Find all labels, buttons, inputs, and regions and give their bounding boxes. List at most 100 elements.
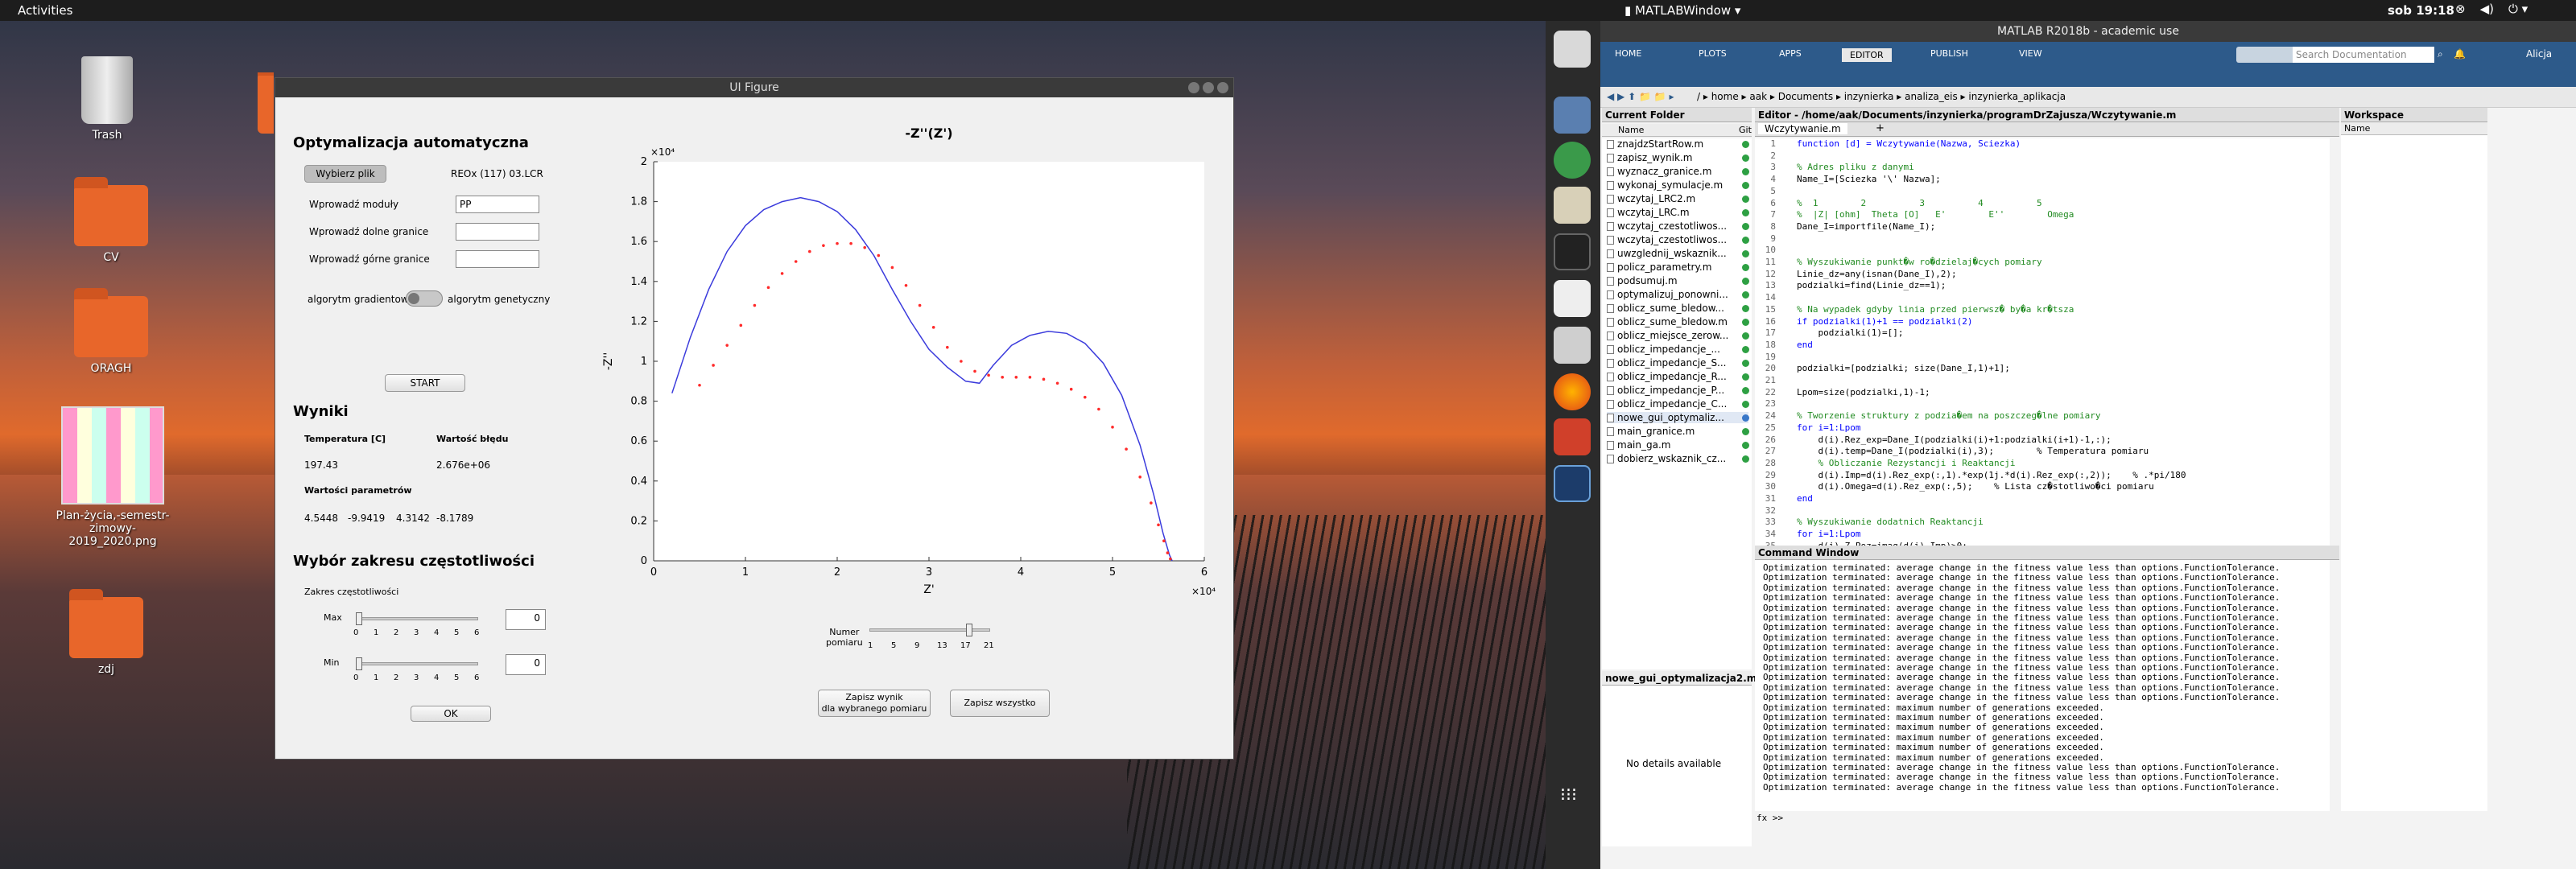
user-menu[interactable]: Alicja <box>2526 48 2552 60</box>
file-item[interactable]: oblicz_impedancje_... <box>1607 344 1749 355</box>
code-line[interactable]: Name_I=[Sciezka '\' Nazwa]; <box>1797 174 1941 186</box>
save-all-button[interactable]: Zapisz wszystko <box>950 690 1050 717</box>
code-line[interactable]: Dane_I=importfile(Name_I); <box>1797 221 1935 233</box>
text-editor-icon[interactable] <box>1554 187 1591 224</box>
desktop-icon-trash[interactable]: Trash <box>47 56 167 142</box>
file-item[interactable]: nowe_gui_optymaliz... <box>1607 412 1749 423</box>
code-line[interactable]: d(i).temp=Dane_I(podzialki(i),3); % Temp… <box>1797 446 2149 458</box>
code-line[interactable]: % Tworzenie struktury z podzia�em na pos… <box>1797 410 2101 422</box>
file-item[interactable]: wczytaj_LRC.m <box>1607 207 1749 218</box>
breadcrumb-item[interactable]: / <box>1697 91 1700 102</box>
file-item[interactable]: main_granice.m <box>1607 426 1749 437</box>
activities-button[interactable]: Activities <box>18 3 72 18</box>
code-line[interactable]: end <box>1797 340 1813 352</box>
code-line[interactable]: for i=1:Lpom <box>1797 422 1860 434</box>
file-item[interactable]: oblicz_sume_bledow.m <box>1607 316 1749 327</box>
document-app-icon[interactable] <box>1554 97 1591 134</box>
code-line[interactable]: % Obliczanie Rezystancji i Reaktancji <box>1797 458 2015 470</box>
code-line[interactable]: % Na wypadek gdyby linia przed pierwsz� … <box>1797 304 2074 316</box>
code-line[interactable]: for i=1:Lpom <box>1797 529 1860 541</box>
breadcrumb-item[interactable]: home <box>1711 91 1739 102</box>
file-item[interactable]: wczytaj_czestotliwos... <box>1607 234 1749 245</box>
notification-icon[interactable]: 🔔 <box>2454 48 2466 60</box>
file-item[interactable]: oblicz_impedancje_R... <box>1607 371 1749 382</box>
command-window[interactable]: Optimization terminated: average change … <box>1755 560 2330 811</box>
git-app-icon[interactable] <box>1554 142 1591 179</box>
plot-area[interactable] <box>654 162 1204 561</box>
matlab-titlebar[interactable]: MATLAB R2018b - academic use <box>1600 21 2576 42</box>
close-icon[interactable] <box>1217 82 1228 93</box>
file-item[interactable]: wykonaj_symulacje.m <box>1607 179 1749 191</box>
maximize-icon[interactable] <box>1203 82 1214 93</box>
column-name[interactable]: Name <box>1618 125 1644 135</box>
file-item[interactable]: oblicz_impedancje_S... <box>1607 357 1749 369</box>
code-line[interactable]: % |Z| [ohm] Theta [O] E' E'' Omega <box>1797 209 2074 221</box>
code-line[interactable]: % Wyszukiwanie dodatnich Reaktancji <box>1797 517 1984 529</box>
breadcrumb-item[interactable]: inzynierka_aplikacja <box>1968 91 2066 102</box>
breadcrumb-item[interactable]: Documents <box>1778 91 1833 102</box>
breadcrumb-item[interactable]: inzynierka <box>1844 91 1894 102</box>
desktop-icon-cv[interactable]: CV <box>51 177 171 264</box>
minimize-icon[interactable] <box>1188 82 1199 93</box>
code-line[interactable]: podzialki=[podzialki; size(Dane_I,1)+1]; <box>1797 363 2010 375</box>
code-line[interactable]: d(i).Imp=d(i).Rez_exp(:,1).*exp(1j.*d(i)… <box>1797 470 2186 482</box>
tab-apps[interactable]: APPS <box>1779 48 1802 59</box>
tab-view[interactable]: VIEW <box>2019 48 2042 59</box>
code-line[interactable]: % 1 2 3 4 5 <box>1797 198 2042 210</box>
file-item[interactable]: oblicz_miejsce_zerow... <box>1607 330 1749 341</box>
new-tab-button[interactable]: + <box>1876 122 1885 134</box>
command-window-header[interactable]: Command Window <box>1755 546 2339 560</box>
tab-home[interactable]: HOME <box>1615 48 1641 59</box>
slider-thumb[interactable] <box>966 624 972 636</box>
file-item[interactable]: wyznacz_granice.m <box>1607 166 1749 177</box>
editor-header[interactable]: Editor - /home/aak/Documents/inzynierka/… <box>1755 108 2339 122</box>
code-line[interactable]: d(i).Omega=d(i).Rez_exp(:,5); % Lista cz… <box>1797 481 2153 493</box>
file-item[interactable]: uwzglednij_wskaznik... <box>1607 248 1749 259</box>
terminal-icon[interactable] <box>1554 233 1591 270</box>
document-viewer-icon[interactable] <box>1554 280 1591 317</box>
file-item[interactable]: znajdzStartRow.m <box>1607 138 1749 150</box>
code-line[interactable]: end <box>1797 493 1813 505</box>
breadcrumb-item[interactable]: aak <box>1749 91 1767 102</box>
file-item[interactable]: policz_parametry.m <box>1607 262 1749 273</box>
file-item[interactable]: podsumuj.m <box>1607 275 1749 286</box>
workspace-header[interactable]: Workspace <box>2341 108 2487 122</box>
file-item[interactable]: wczytaj_LRC2.m <box>1607 193 1749 204</box>
editor-tab[interactable]: Wczytywanie.m <box>1758 123 1847 134</box>
desktop-icon-oragh[interactable]: ORAGH <box>51 288 171 375</box>
code-line[interactable]: Linie_dz=any(isnan(Dane_I),2); <box>1797 269 1957 281</box>
clock[interactable]: sob 19:18 <box>2388 3 2454 18</box>
command-prompt[interactable]: fx >> <box>1757 813 1783 823</box>
file-item[interactable]: oblicz_sume_bledow... <box>1607 303 1749 314</box>
breadcrumb-item[interactable]: analiza_eis <box>1905 91 1958 102</box>
file-item[interactable]: optymalizuj_ponowni... <box>1607 289 1749 300</box>
software-center-icon[interactable] <box>1554 418 1591 455</box>
tab-publish[interactable]: PUBLISH <box>1930 48 1968 59</box>
current-folder-header[interactable]: Current Folder <box>1602 108 1752 122</box>
navigation-icons[interactable]: ◀ ▶ ⬆ 📁 📁 ▸ <box>1607 91 1674 102</box>
app-menu[interactable]: ▮ MATLABWindow ▾ <box>1624 3 1740 18</box>
tab-plots[interactable]: PLOTS <box>1699 48 1727 59</box>
code-line[interactable]: podzialki=find(Linie_dz==1); <box>1797 280 1946 292</box>
window-titlebar[interactable]: UI Figure <box>275 78 1233 97</box>
column-name[interactable]: Name <box>2344 123 2370 134</box>
path-bar[interactable]: ◀ ▶ ⬆ 📁 📁 ▸ / ▸ home ▸ aak ▸ Documents ▸… <box>1600 87 2576 108</box>
file-item[interactable]: oblicz_impedancje_C... <box>1607 398 1749 410</box>
file-list[interactable]: znajdzStartRow.m zapisz_wynik.m wyznacz_gr… <box>1602 138 1752 669</box>
code-line[interactable]: Lpom=size(podzialki,1)-1; <box>1797 387 1930 399</box>
file-item[interactable]: oblicz_impedancje_P... <box>1607 385 1749 396</box>
save-selected-button[interactable]: Zapisz wynik dla wybranego pomiaru <box>818 690 931 717</box>
code-line[interactable]: if podzialki(1)+1 == podzialki(2) <box>1797 316 1973 328</box>
matlab-icon[interactable] <box>1554 465 1591 502</box>
system-tray[interactable]: ⊗ ◀) ⏻ ▾ <box>2455 2 2528 16</box>
column-git[interactable]: Git <box>1739 125 1752 135</box>
breadcrumb[interactable]: / ▸ home ▸ aak ▸ Documents ▸ inzynierka … <box>1697 91 2066 102</box>
code-line[interactable]: d(i).Rez_exp=Dane_I(podzialki(i)+1:podzi… <box>1797 434 2111 447</box>
nyquist-plot[interactable]: 0 1 2 3 4 5 6 0 0.2 0.4 0.6 0.8 1 1.2 1.4 1.6 1.8 2 -Z''(Z… <box>275 97 1233 759</box>
file-item[interactable]: dobierz_wskaznik_cz... <box>1607 453 1749 464</box>
firefox-icon[interactable] <box>1554 373 1591 410</box>
search-icon[interactable]: ⌕ <box>2438 48 2443 60</box>
desktop-icon-zdj[interactable]: zdj <box>46 589 167 676</box>
details-header[interactable]: nowe_gui_optymalizacja2.mlap... <box>1602 671 1785 686</box>
code-line[interactable]: podzialki(1)=[]; <box>1797 327 1903 340</box>
